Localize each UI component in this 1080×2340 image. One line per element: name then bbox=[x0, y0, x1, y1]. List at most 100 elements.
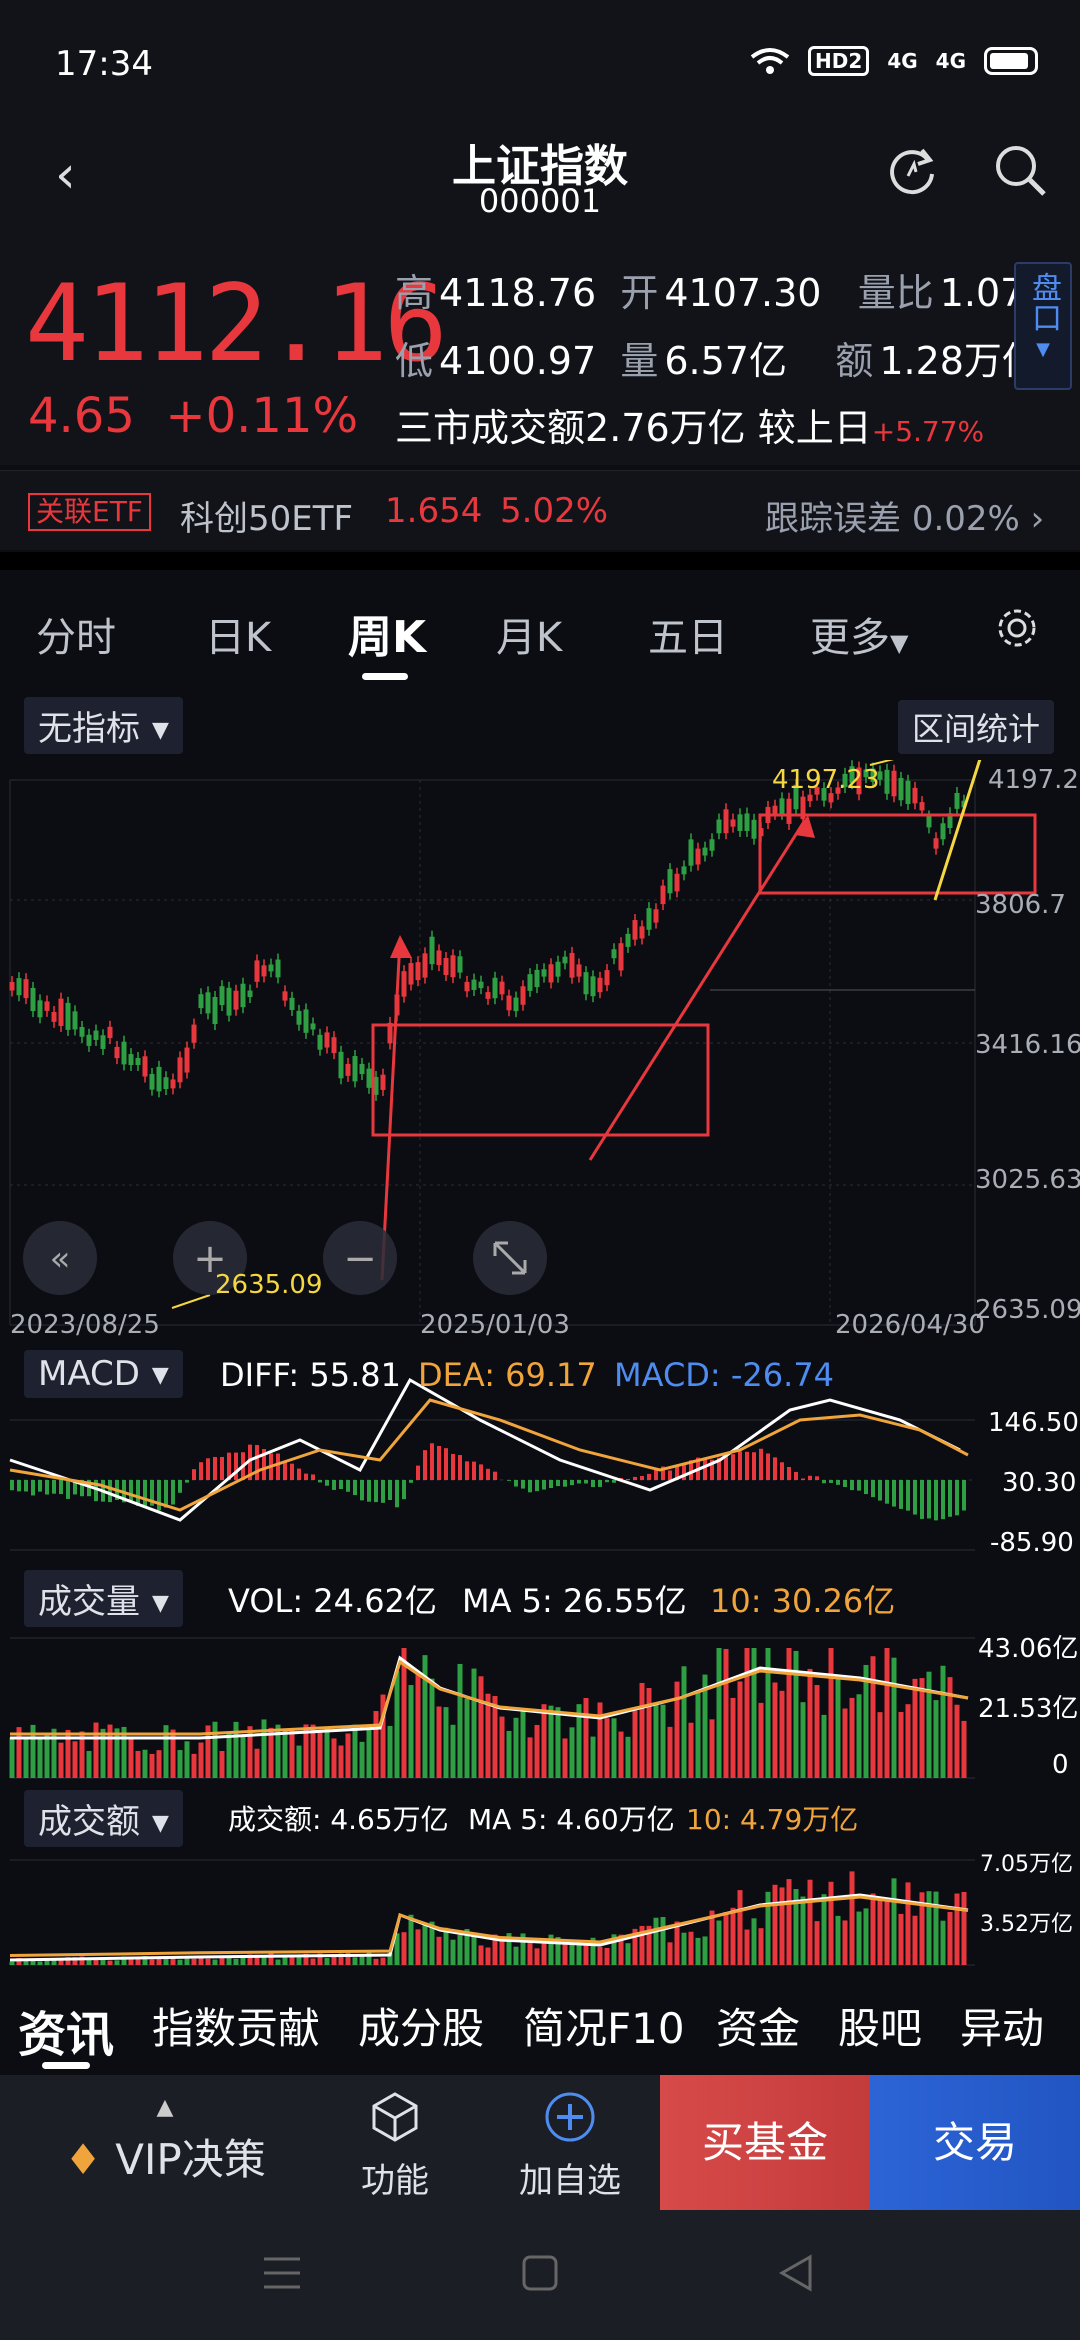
volume-bar bbox=[443, 1707, 449, 1778]
candle-body bbox=[184, 1047, 190, 1073]
macd-bar bbox=[451, 1453, 455, 1480]
high-price-label: 4197.23 bbox=[772, 765, 880, 795]
volume-bar bbox=[226, 1733, 232, 1778]
macd-bar bbox=[668, 1470, 672, 1480]
turnover-dropdown[interactable]: 成交额 ▼ bbox=[24, 1790, 183, 1847]
candle-body bbox=[569, 952, 575, 978]
svg-text:−: − bbox=[343, 1236, 377, 1282]
candle-body bbox=[590, 976, 596, 997]
macd-bar bbox=[178, 1480, 182, 1493]
tab-news[interactable]: 资讯 bbox=[18, 1995, 114, 2065]
range-stats-button[interactable]: 区间统计 bbox=[898, 700, 1055, 754]
candle-body bbox=[23, 979, 29, 999]
macd-bar bbox=[31, 1480, 35, 1496]
candle-body bbox=[30, 987, 36, 1012]
turnover-bar bbox=[926, 1891, 932, 1965]
macd-bar bbox=[780, 1462, 784, 1480]
candle-body bbox=[359, 1063, 365, 1075]
macd-bar bbox=[955, 1480, 959, 1516]
candle-body bbox=[954, 792, 960, 809]
macd-bar bbox=[332, 1480, 336, 1490]
macd-bar bbox=[738, 1451, 742, 1480]
vol-tick-2: 21.53亿 bbox=[978, 1694, 1079, 1724]
turnover-bar bbox=[324, 1958, 330, 1965]
turnover-bar bbox=[674, 1921, 680, 1965]
tab-more[interactable]: 更多▼ bbox=[810, 605, 908, 663]
turnover-bars bbox=[9, 1871, 967, 1965]
macd-bar bbox=[318, 1480, 322, 1483]
macd-bar bbox=[521, 1480, 525, 1489]
candle-body bbox=[716, 819, 722, 834]
turnover-bar bbox=[478, 1945, 484, 1965]
pankou-button[interactable]: 盘口 ▼ bbox=[1014, 262, 1072, 390]
volume-bar bbox=[604, 1718, 610, 1778]
etf-row[interactable]: 关联ETF 科创50ETF 1.654 5.02% 跟踪误差 0.02% › bbox=[0, 470, 1080, 550]
macd-bar bbox=[535, 1480, 539, 1492]
hd-icon: HD2 bbox=[808, 46, 870, 76]
tab-five-day[interactable]: 五日 bbox=[648, 605, 728, 663]
volume-bar bbox=[23, 1737, 29, 1778]
turnover-bar bbox=[758, 1928, 764, 1965]
macd-bar bbox=[843, 1480, 847, 1487]
indicator-dropdown[interactable]: 无指标 ▼ bbox=[24, 697, 183, 754]
candle-body bbox=[380, 1074, 386, 1090]
macd-bar bbox=[871, 1480, 875, 1498]
turnover-bar bbox=[191, 1958, 197, 1965]
macd-bar bbox=[794, 1471, 798, 1480]
macd-bar bbox=[192, 1469, 196, 1480]
candle-body bbox=[296, 1010, 302, 1025]
tab-movement[interactable]: 异动 bbox=[960, 1995, 1044, 2056]
macd-bar bbox=[703, 1457, 707, 1480]
tab-forum[interactable]: 股吧 bbox=[838, 1995, 922, 2056]
buy-fund-button[interactable]: 买基金 bbox=[660, 2075, 870, 2210]
tab-constituents[interactable]: 成分股 bbox=[358, 1995, 484, 2056]
volume-bar bbox=[114, 1728, 120, 1778]
menu-icon[interactable] bbox=[262, 2255, 302, 2291]
bottom-nav: ▲ ♦ VIP决策 功能 加自选 买基金 交易 bbox=[0, 2075, 1080, 2210]
trade-button[interactable]: 交易 bbox=[870, 2075, 1080, 2210]
home-icon[interactable] bbox=[520, 2255, 560, 2291]
settings-icon[interactable] bbox=[994, 605, 1040, 651]
turnover-bar bbox=[541, 1941, 547, 1965]
tab-weekly[interactable]: 周K bbox=[348, 601, 426, 665]
candle-body bbox=[667, 869, 673, 894]
macd-bar bbox=[857, 1480, 861, 1491]
vip-button[interactable]: ▲ ♦ VIP决策 bbox=[40, 2095, 290, 2187]
turnover-bar bbox=[828, 1881, 834, 1965]
add-watchlist-button[interactable]: 加自选 bbox=[510, 2090, 630, 2202]
turnover-bar bbox=[772, 1884, 778, 1965]
turnover-bar bbox=[380, 1957, 386, 1965]
tab-funds[interactable]: 资金 bbox=[716, 1995, 800, 2056]
back-nav-icon[interactable] bbox=[776, 2253, 816, 2293]
volume-bar bbox=[464, 1698, 470, 1778]
turnover-bar bbox=[156, 1958, 162, 1965]
tab-intraday[interactable]: 分时 bbox=[36, 605, 116, 663]
macd-bar bbox=[549, 1480, 553, 1489]
turnover-bar bbox=[576, 1944, 582, 1965]
tab-contribution[interactable]: 指数贡献 bbox=[152, 1995, 320, 2056]
macd-bar bbox=[458, 1455, 462, 1480]
macd-dropdown[interactable]: MACD ▼ bbox=[24, 1350, 183, 1398]
turnover-bar bbox=[786, 1879, 792, 1965]
turnover-bar bbox=[779, 1887, 785, 1965]
x-tick-3: 2026/04/30 bbox=[835, 1310, 985, 1340]
search-icon[interactable] bbox=[990, 140, 1050, 200]
volume-bar bbox=[821, 1714, 827, 1778]
volume-bar bbox=[324, 1728, 330, 1778]
candle-body bbox=[100, 1035, 106, 1049]
macd-bar bbox=[430, 1443, 434, 1480]
etf-name: 科创50ETF bbox=[180, 499, 354, 539]
candle-body bbox=[170, 1079, 176, 1089]
tab-f10[interactable]: 简况F10 bbox=[523, 1995, 685, 2056]
turnover-bar bbox=[954, 1893, 960, 1965]
turnover-bar bbox=[933, 1891, 939, 1965]
volume-dropdown[interactable]: 成交量 ▼ bbox=[24, 1570, 183, 1627]
function-button[interactable]: 功能 bbox=[340, 2090, 450, 2202]
macd-bar bbox=[360, 1480, 364, 1501]
tab-monthly[interactable]: 月K bbox=[496, 605, 562, 663]
volume-bar bbox=[128, 1738, 134, 1778]
tab-daily[interactable]: 日K bbox=[205, 605, 271, 663]
turnover-bar bbox=[275, 1959, 281, 1965]
candle-body bbox=[37, 1000, 43, 1018]
refresh-icon[interactable] bbox=[882, 140, 942, 200]
